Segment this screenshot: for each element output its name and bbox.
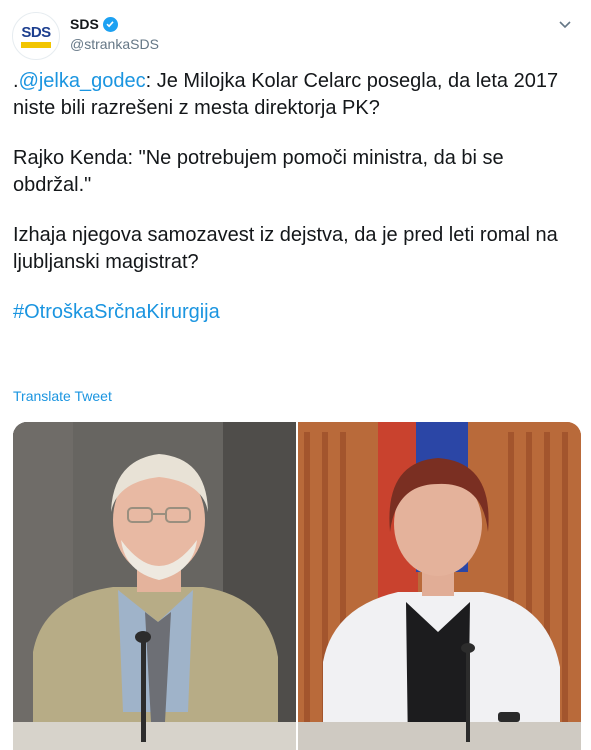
translate-tweet-link[interactable]: Translate Tweet (13, 388, 112, 404)
man-at-hearing-photo[interactable] (13, 422, 296, 750)
avatar[interactable]: SDS (12, 12, 60, 60)
sds-logo-text: SDS (21, 23, 51, 41)
tweet-paragraph-2: Rajko Kenda: "Ne potrebujem pomoči minis… (13, 147, 504, 196)
chevron-down-icon[interactable] (557, 16, 573, 32)
hashtag-link[interactable]: #OtroškaSrčnaKirurgija (13, 301, 220, 323)
account-names: SDS @strankaSDS (70, 16, 159, 52)
tweet-media (13, 422, 581, 750)
tweet-hashtag-paragraph: #OtroškaSrčnaKirurgija (13, 299, 583, 326)
account-handle[interactable]: @strankaSDS (70, 36, 159, 52)
display-name[interactable]: SDS (70, 16, 99, 32)
tweet-paragraph-3: Izhaja njegova samozavest iz dejstva, da… (13, 224, 558, 273)
sds-logo-bar (21, 41, 51, 48)
display-name-row[interactable]: SDS (70, 16, 159, 32)
woman-photo-illustration (298, 422, 581, 750)
man-photo-illustration (13, 422, 296, 750)
tweet-header: SDS SDS @strankaSDS (12, 10, 579, 60)
tweet-paragraph-1: .@jelka_godec: Je Milojka Kolar Celarc p… (13, 68, 583, 122)
tweet-text: .@jelka_godec: Je Milojka Kolar Celarc p… (13, 68, 583, 349)
woman-at-hearing-photo[interactable] (298, 422, 581, 750)
verified-badge-icon (102, 16, 118, 32)
mention-link[interactable]: @jelka_godec (19, 70, 146, 92)
